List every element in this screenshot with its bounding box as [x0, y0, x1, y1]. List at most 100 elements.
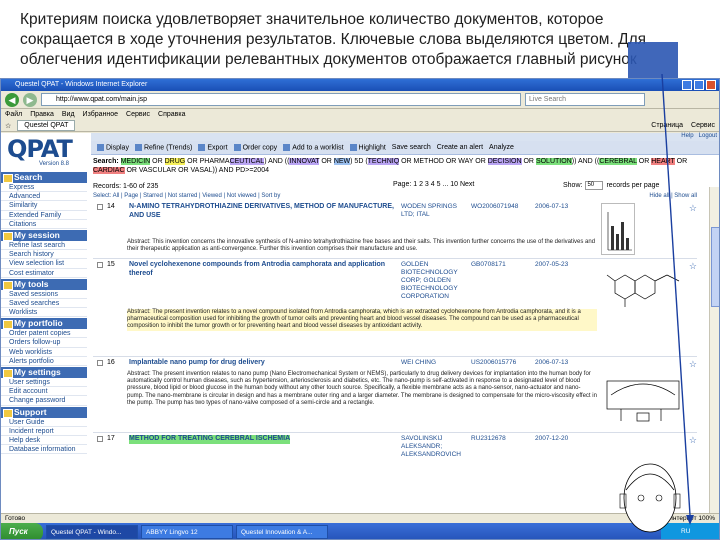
taskbar-item-lingvo[interactable]: ABBYY Lingvo 12	[141, 525, 233, 539]
menu-file[interactable]: Файл	[5, 109, 22, 120]
sidebar-section-my-settings[interactable]: My settings	[1, 367, 87, 378]
sidebar-item-order-copies[interactable]: Order patent copies	[1, 329, 87, 339]
highlight-button[interactable]: Highlight	[349, 143, 386, 152]
query-term: OR	[521, 158, 536, 165]
version-text: Version 8.8	[39, 161, 70, 167]
save-search-button[interactable]: Save search	[392, 144, 431, 151]
taskbar-item-questel[interactable]: Questel Innovation & A...	[236, 525, 328, 539]
display-icon	[97, 143, 104, 151]
export-button[interactable]: Export	[198, 143, 228, 151]
sidebar-item-help-desk[interactable]: Help desk	[1, 436, 87, 446]
display-button[interactable]: Display	[97, 143, 129, 151]
query-term: OR	[150, 158, 165, 165]
qpat-logo: QPAT Version 8.8	[7, 135, 87, 171]
row-date: 2006-07-13	[535, 359, 569, 366]
back-arrow-icon[interactable]: ◀	[5, 92, 19, 107]
sidebar-section-search[interactable]: Search	[1, 172, 87, 183]
sidebar-item-extended-family[interactable]: Extended Family	[1, 211, 87, 220]
query-term: CARDIAC	[93, 167, 125, 174]
row-number: 15	[107, 261, 115, 268]
records-count: Records: 1-60 of 235	[93, 183, 159, 190]
query-term: ) 5D (	[350, 158, 368, 165]
highlight-icon	[349, 143, 357, 151]
row-number: 14	[107, 203, 115, 210]
sidebar-item-citations[interactable]: Citations	[1, 220, 87, 229]
sidebar-item-user-guide[interactable]: User Guide	[1, 418, 87, 427]
order-icon	[233, 143, 241, 151]
caption-line-1: Критериям поиска удовлетворяет значитель…	[20, 11, 604, 28]
row-publication-number[interactable]: RU2312678	[471, 435, 506, 442]
row-title-link[interactable]: METHOD FOR TREATING CEREBRAL ISCHEMIA	[129, 435, 291, 444]
query-term: ) AND ((	[264, 158, 290, 165]
sidebar-section-my-portfolio[interactable]: My portfolio	[1, 318, 87, 330]
pager[interactable]: Page: 1 2 3 4 5 ... 10 Next	[393, 181, 474, 188]
sidebar-item-search-history[interactable]: Search history	[1, 250, 87, 260]
menu-view[interactable]: Вид	[62, 109, 75, 120]
row-publication-number[interactable]: WO2006071948	[471, 203, 518, 210]
worklist-icon	[283, 143, 291, 151]
sidebar-item-alerts-portfolio[interactable]: Alerts portfolio	[1, 357, 87, 366]
query-term: )) AND ((	[571, 158, 600, 165]
sidebar-item-saved-sessions[interactable]: Saved sessions	[1, 290, 87, 299]
sidebar-item-orders-followup[interactable]: Orders follow-up	[1, 338, 87, 348]
row-title-link[interactable]: Implantable nano pump for drug delivery	[129, 359, 399, 368]
query-term: OR	[319, 158, 334, 165]
highlight-label: Highlight	[358, 144, 386, 152]
star-icon[interactable]: ☆	[5, 122, 11, 130]
refine-button[interactable]: Refine (Trends)	[134, 143, 192, 151]
sidebar-item-user-settings[interactable]: User settings	[1, 378, 87, 388]
vertical-scrollbar[interactable]	[709, 187, 719, 539]
forward-arrow-icon[interactable]: ▶	[23, 92, 37, 107]
url-input[interactable]: http://www.qpat.com/main.jsp	[41, 93, 521, 106]
menu-help[interactable]: Справка	[158, 109, 185, 120]
add-worklist-button[interactable]: Add to a worklist	[283, 143, 344, 151]
row-checkbox[interactable]	[97, 360, 103, 366]
row-checkbox[interactable]	[97, 436, 103, 442]
menu-tools[interactable]: Сервис	[126, 109, 150, 120]
sidebar-item-worklists[interactable]: Worklists	[1, 308, 87, 318]
sidebar-section-support[interactable]: Support	[1, 406, 87, 418]
row-title-link[interactable]: Novel cyclohexenone compounds from Antro…	[129, 261, 399, 278]
sidebar-item-similarity[interactable]: Similarity	[1, 201, 87, 211]
query-term: CEUTICAL	[229, 158, 265, 165]
scrollbar-thumb[interactable]	[711, 227, 719, 307]
sidebar-item-edit-account[interactable]: Edit account	[1, 387, 87, 397]
sidebar-item-saved-searches[interactable]: Saved searches	[1, 299, 87, 309]
analyze-button[interactable]: Analyze	[489, 144, 514, 151]
query-term: MEDICIN	[120, 158, 151, 165]
sidebar-section-my-session[interactable]: My session	[1, 229, 87, 241]
row-publication-number[interactable]: GB0708171	[471, 261, 506, 268]
search-label: Search:	[93, 158, 119, 165]
row-number: 16	[107, 359, 115, 366]
browser-tab[interactable]: Questel QPAT	[17, 120, 76, 131]
sidebar-section-my-tools[interactable]: My tools	[1, 278, 87, 290]
sidebar-item-express[interactable]: Express	[1, 183, 87, 193]
sidebar: Search Express Advanced Similarity Exten…	[1, 171, 87, 513]
menu-favorites[interactable]: Избранное	[83, 109, 118, 120]
sidebar-item-advanced[interactable]: Advanced	[1, 192, 87, 202]
query-term: OR VASCULAR OR VASAL)) AND PD>=2004	[124, 167, 269, 174]
row-title-link[interactable]: N-AMINO TETRAHYDROTHIAZINE DERIVATIVES, …	[129, 203, 399, 220]
head-sketch-drawing	[619, 463, 681, 533]
create-alert-button[interactable]: Create an alert	[437, 144, 483, 151]
sidebar-item-refine-last[interactable]: Refine last search	[1, 241, 87, 251]
row-publication-number[interactable]: US2006015776	[471, 359, 516, 366]
sidebar-item-change-password[interactable]: Change password	[1, 396, 87, 406]
order-copy-button[interactable]: Order copy	[233, 143, 277, 151]
row-date: 2006-07-13	[535, 203, 569, 210]
status-text: Готово	[5, 515, 26, 522]
start-button[interactable]: Пуск	[1, 523, 43, 539]
sidebar-item-web-worklists[interactable]: Web worklists	[1, 348, 87, 357]
taskbar-item-qpat[interactable]: Questel QPAT - Windo...	[46, 525, 138, 539]
row-checkbox[interactable]	[97, 204, 103, 210]
query-term: TECHNIQ	[367, 158, 400, 165]
query-term: SOLUTION	[535, 158, 572, 165]
menu-edit[interactable]: Правка	[30, 109, 54, 120]
sidebar-item-selection-list[interactable]: View selection list	[1, 259, 87, 269]
select-options[interactable]: Select: All | Page | Starred | Not starr…	[93, 193, 280, 199]
sidebar-item-cost-estimator[interactable]: Cost estimator	[1, 269, 87, 278]
query-term: OR PHARMA	[185, 158, 230, 165]
sidebar-item-incident-report[interactable]: Incident report	[1, 427, 87, 436]
row-checkbox[interactable]	[97, 262, 103, 268]
sidebar-item-database-info[interactable]: Database information	[1, 445, 87, 455]
